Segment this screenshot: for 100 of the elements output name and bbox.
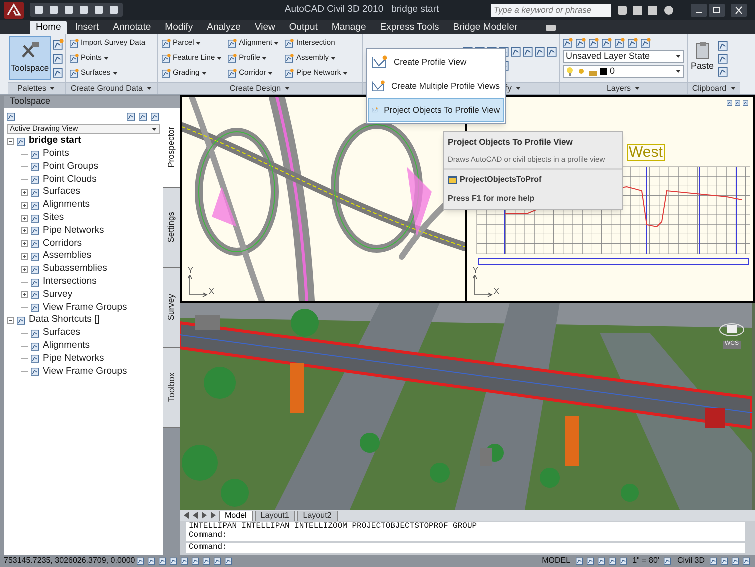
- viewport-close-icon[interactable]: [743, 100, 749, 106]
- tree-item[interactable]: Data Shortcuts []: [29, 313, 100, 328]
- collapse-box-icon[interactable]: [7, 317, 14, 324]
- layer-dropdown[interactable]: 0: [563, 65, 684, 78]
- expand-box-icon[interactable]: [21, 189, 28, 196]
- tree-item[interactable]: Point Groups: [43, 160, 98, 174]
- tree-item[interactable]: bridge start: [29, 134, 82, 149]
- layer-tool-icon[interactable]: [615, 38, 625, 48]
- menu-item[interactable]: Create Multiple Profile Views: [368, 74, 504, 98]
- side-tab[interactable]: Settings: [163, 188, 180, 268]
- navigation-icon[interactable]: [576, 557, 584, 565]
- last-icon[interactable]: [210, 512, 217, 519]
- ribbon-tab[interactable]: Home: [30, 21, 68, 34]
- next-icon[interactable]: [201, 512, 208, 519]
- layer-tool-icon[interactable]: [576, 38, 586, 48]
- ribbon-tab[interactable]: Modify: [159, 21, 200, 34]
- expand-box-icon[interactable]: [21, 227, 28, 234]
- app-logo-icon[interactable]: [4, 2, 24, 18]
- model-space-button[interactable]: MODEL: [540, 555, 573, 567]
- drafting-toggle-icon[interactable]: [181, 557, 189, 565]
- expand-box-icon[interactable]: [21, 240, 28, 248]
- ribbon-tab[interactable]: Insert: [69, 21, 106, 34]
- viewport-maximize-icon[interactable]: [735, 100, 741, 106]
- navigation-icon[interactable]: [608, 557, 617, 565]
- navigation-icon[interactable]: [620, 557, 628, 565]
- ribbon-toggle-icon[interactable]: [546, 25, 556, 31]
- modify-tool-icon[interactable]: [535, 46, 546, 56]
- side-tab[interactable]: Toolbox: [163, 348, 180, 428]
- ribbon-tab[interactable]: Output: [283, 21, 324, 34]
- expand-box-icon[interactable]: [21, 214, 28, 222]
- search-field[interactable]: Type a keyword or phrase: [491, 4, 611, 16]
- ribbon-tab[interactable]: Analyze: [201, 21, 247, 34]
- layer-tool-icon[interactable]: [563, 38, 573, 48]
- paste-button[interactable]: Paste: [691, 42, 714, 74]
- ribbon-tab[interactable]: Manage: [326, 21, 372, 34]
- maximize-icon[interactable]: [709, 4, 725, 16]
- tray-icon[interactable]: [710, 557, 718, 565]
- workspace-button[interactable]: Civil 3D: [675, 555, 707, 567]
- drafting-toggle-icon[interactable]: [137, 557, 145, 565]
- expand-box-icon[interactable]: [21, 202, 28, 209]
- ribbon-tab[interactable]: Express Tools: [374, 21, 446, 34]
- drafting-toggle-icon[interactable]: [225, 557, 233, 565]
- tree-item[interactable]: Points: [43, 147, 70, 162]
- expand-box-icon[interactable]: [21, 266, 28, 273]
- collapse-box-icon[interactable]: [7, 138, 14, 145]
- tray-icon[interactable]: [732, 557, 740, 565]
- tree-item[interactable]: Pipe Networks: [43, 352, 104, 366]
- tree-item[interactable]: Corridors: [43, 236, 82, 251]
- layer-tool-icon[interactable]: [641, 38, 651, 48]
- tree-item[interactable]: Alignments: [43, 339, 90, 354]
- side-tab[interactable]: Prospector: [163, 108, 180, 188]
- tree-item[interactable]: Survey: [43, 288, 73, 302]
- tree-item[interactable]: Pipe Networks: [43, 224, 104, 238]
- tray-icon[interactable]: [743, 557, 751, 565]
- expand-box-icon[interactable]: [21, 291, 28, 298]
- toolspace-button[interactable]: Toolspace: [9, 36, 51, 80]
- tree-item[interactable]: View Frame Groups: [43, 300, 128, 315]
- tree-item[interactable]: Surfaces: [43, 326, 80, 340]
- layer-tool-icon[interactable]: [602, 38, 612, 48]
- modify-tool-icon[interactable]: [511, 46, 522, 56]
- viewport-minimize-icon[interactable]: [727, 100, 733, 106]
- layer-tool-icon[interactable]: [628, 38, 638, 48]
- navigation-icon[interactable]: [586, 557, 595, 565]
- layer-tool-icon[interactable]: [589, 38, 599, 48]
- ribbon-tab[interactable]: View: [248, 21, 282, 34]
- drafting-toggle-icon[interactable]: [159, 557, 167, 565]
- drafting-toggle-icon[interactable]: [170, 557, 178, 565]
- tree-item[interactable]: Sites: [43, 211, 64, 226]
- tree-item[interactable]: View Frame Groups: [43, 364, 128, 379]
- drafting-toggle-icon[interactable]: [203, 557, 211, 565]
- annotation-icon[interactable]: [664, 557, 672, 565]
- ribbon-tab[interactable]: Bridge Modeler: [447, 21, 524, 34]
- view-cube-icon[interactable]: [719, 321, 745, 339]
- tree-item[interactable]: Alignments: [43, 198, 90, 213]
- side-tab[interactable]: Survey: [163, 268, 180, 348]
- layout-tab[interactable]: Layout2: [297, 510, 338, 520]
- modify-tool-icon[interactable]: [523, 46, 534, 56]
- tree-item[interactable]: Point Clouds: [43, 172, 97, 187]
- annotation-scale-button[interactable]: 1" = 80': [630, 555, 662, 567]
- modify-tool-icon[interactable]: [547, 46, 558, 56]
- previous-icon[interactable]: [192, 512, 199, 519]
- minimize-icon[interactable]: [691, 4, 707, 16]
- ribbon-tab[interactable]: Annotate: [107, 21, 158, 34]
- tree-item[interactable]: Subassemblies: [43, 262, 108, 276]
- menu-item[interactable]: Project Objects To Profile View: [368, 98, 504, 122]
- layout-tab[interactable]: Model: [219, 510, 253, 520]
- drafting-toggle-icon[interactable]: [148, 557, 156, 565]
- command-input[interactable]: Command:: [186, 543, 745, 553]
- tree-item[interactable]: Surfaces: [43, 185, 80, 200]
- navigation-icon[interactable]: [598, 557, 606, 565]
- menu-item[interactable]: Create Profile View: [368, 50, 504, 74]
- tree-item[interactable]: Assemblies: [43, 249, 92, 264]
- tray-icon[interactable]: [721, 557, 729, 565]
- drafting-toggle-icon[interactable]: [214, 557, 222, 565]
- layout-tab[interactable]: Layout1: [254, 510, 296, 520]
- expand-box-icon[interactable]: [21, 253, 28, 260]
- drafting-toggle-icon[interactable]: [192, 557, 200, 565]
- first-icon[interactable]: [183, 512, 190, 519]
- layer-state-dropdown[interactable]: Unsaved Layer State: [563, 50, 684, 63]
- tree-item[interactable]: Intersections: [43, 275, 97, 290]
